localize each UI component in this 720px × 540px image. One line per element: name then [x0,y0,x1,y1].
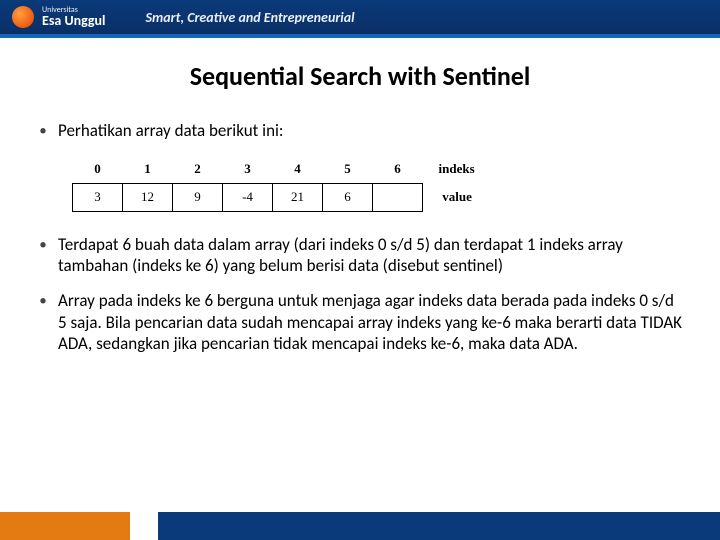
bullet-1: • Perhatikan array data berikut ini: [36,120,684,141]
bullet-2: • Terdapat 6 buah data dalam array (dari… [36,234,684,277]
value-cell: 6 [323,183,373,211]
value-cell [373,183,423,211]
index-cell: 3 [223,155,273,183]
brand-text: Universitas Esa Unggul [42,6,106,28]
brand: Universitas Esa Unggul [12,6,106,28]
brand-univ-name: Esa Unggul [42,14,106,28]
logo-icon [12,6,34,28]
footer-blue-block [158,512,720,540]
value-cell: 3 [73,183,123,211]
index-cell: 2 [173,155,223,183]
index-cell: 4 [273,155,323,183]
index-cell: 1 [123,155,173,183]
index-cell: 0 [73,155,123,183]
bullet-3-text: Array pada indeks ke 6 berguna untuk men… [58,290,684,354]
footer-orange-block [0,512,130,540]
array-diagram: 0 1 2 3 4 5 6 indeks 3 12 9 -4 21 6 valu… [72,155,684,212]
index-row: 0 1 2 3 4 5 6 indeks [73,155,476,183]
footer-spacer [130,512,159,540]
bullet-dot-icon: • [36,122,50,141]
bullet-dot-icon: • [36,292,50,311]
value-row: 3 12 9 -4 21 6 value [73,183,476,211]
bullet-1-text: Perhatikan array data berikut ini: [58,120,684,141]
array-table: 0 1 2 3 4 5 6 indeks 3 12 9 -4 21 6 valu… [72,155,476,212]
index-label: indeks [423,155,476,183]
bullet-dot-icon: • [36,236,50,255]
value-cell: -4 [223,183,273,211]
bullet-2-text: Terdapat 6 buah data dalam array (dari i… [58,234,684,277]
slide-footer [0,512,720,540]
value-cell: 9 [173,183,223,211]
value-cell: 12 [123,183,173,211]
tagline: Smart, Creative and Entrepreneurial [146,9,355,26]
slide-header: Universitas Esa Unggul Smart, Creative a… [0,0,720,38]
slide-body: • Perhatikan array data berikut ini: 0 1… [0,120,720,354]
index-cell: 6 [373,155,423,183]
value-cell: 21 [273,183,323,211]
value-label: value [423,183,476,211]
slide-title: Sequential Search with Sentinel [0,60,720,92]
index-cell: 5 [323,155,373,183]
bullet-3: • Array pada indeks ke 6 berguna untuk m… [36,290,684,354]
